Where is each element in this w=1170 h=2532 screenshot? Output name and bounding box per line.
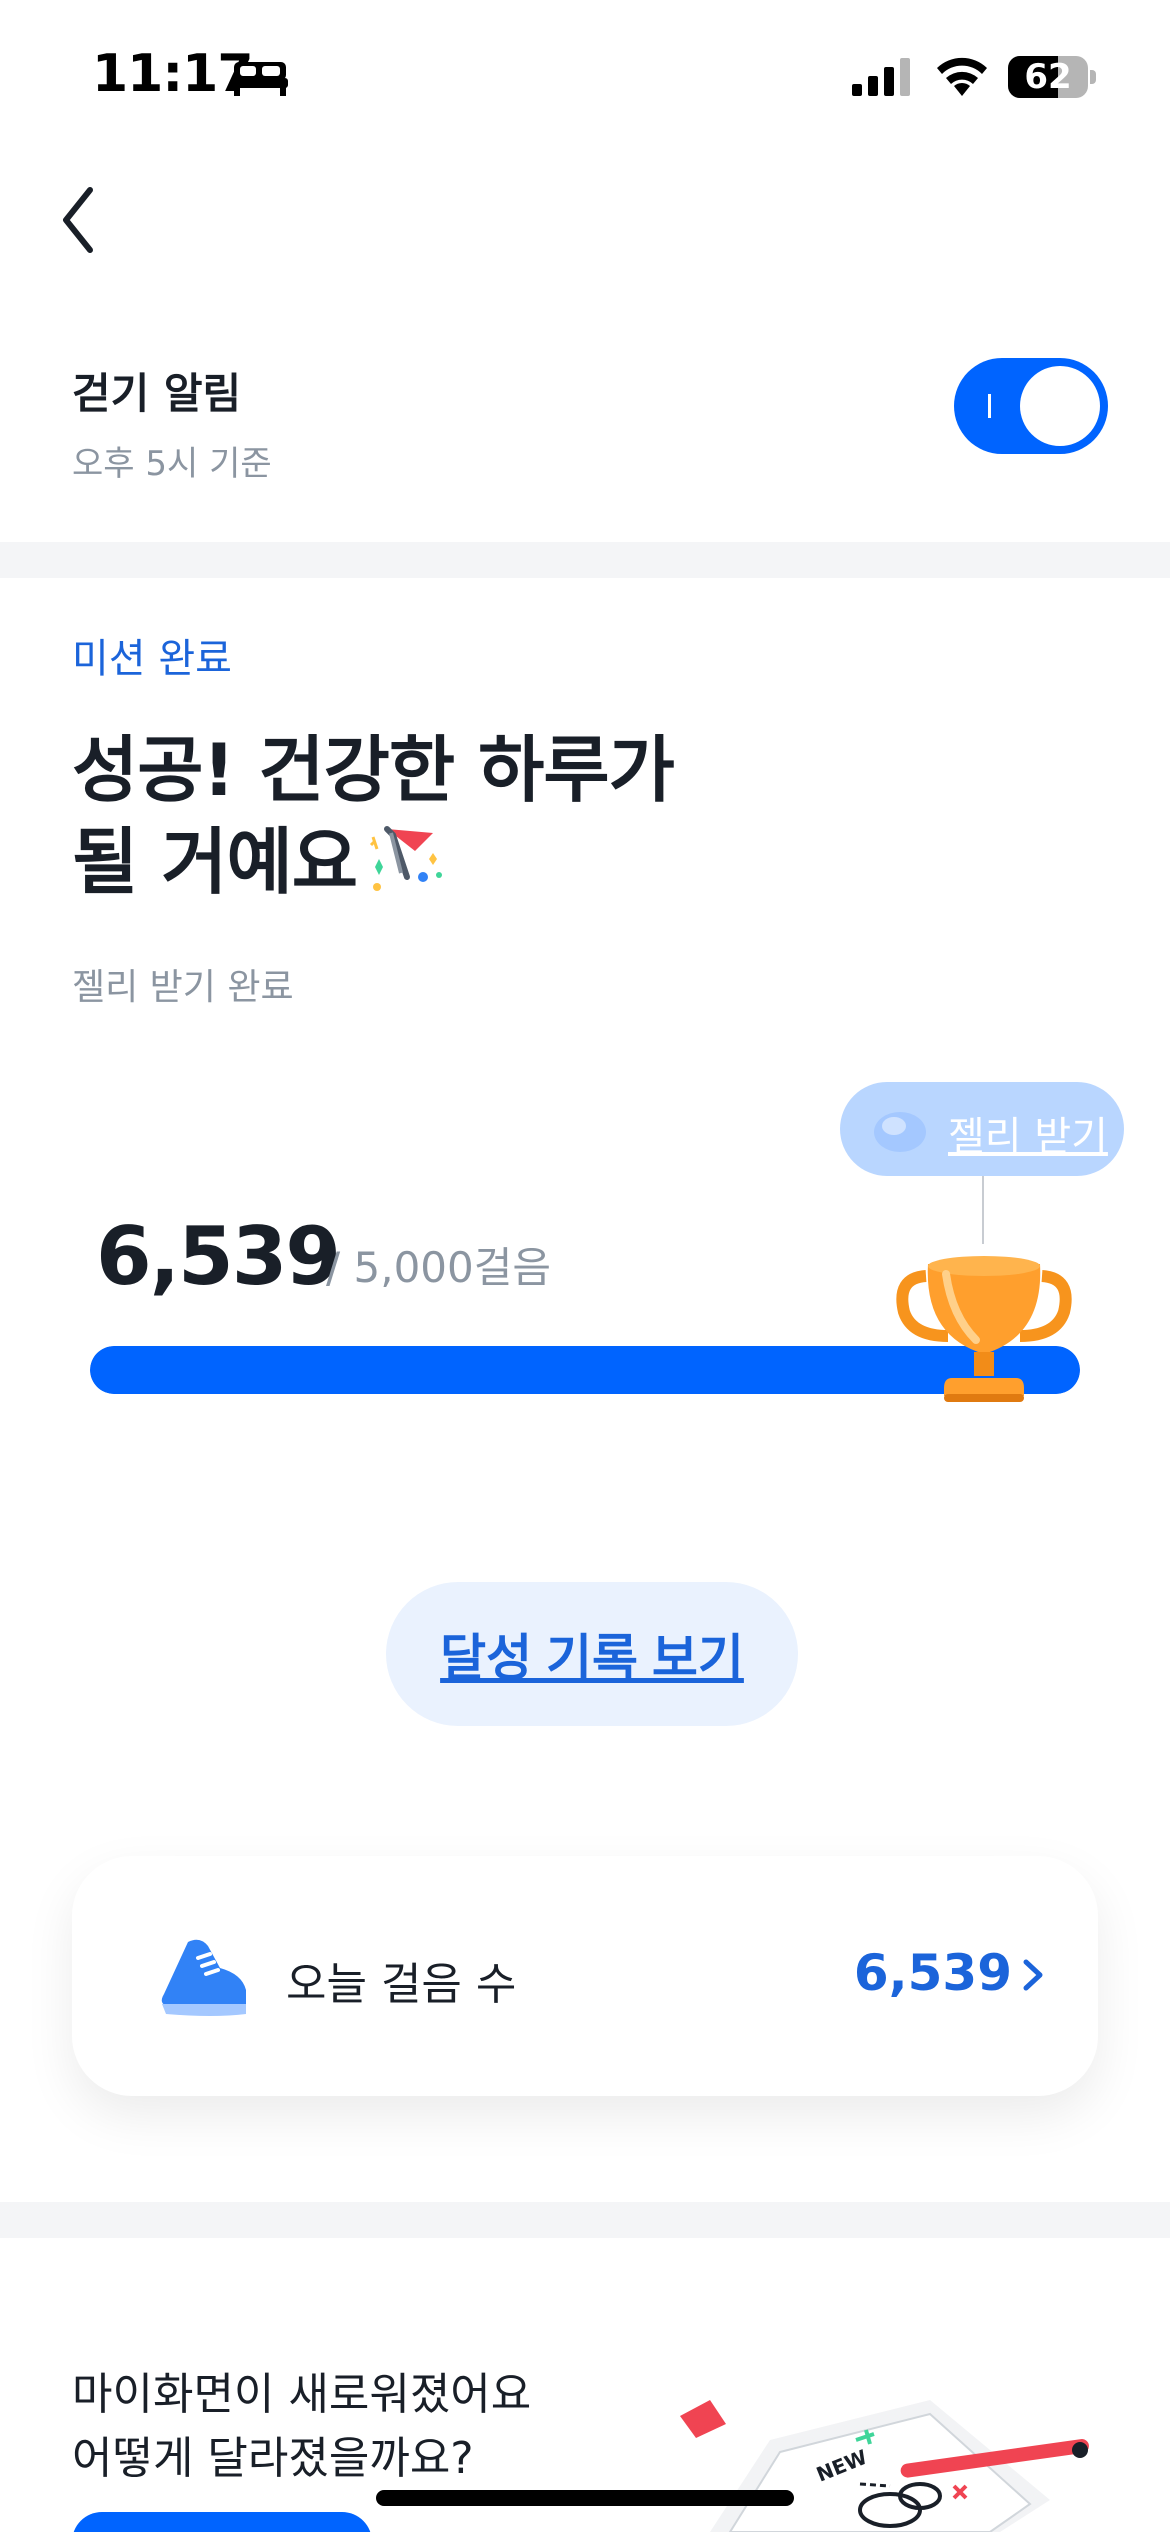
today-steps-label: 오늘 걸음 수 [286,1959,517,2010]
trophy-icon [896,1256,1072,1402]
jelly-chip-button[interactable]: 젤리 받기 [840,1082,1124,1176]
section-divider-2 [0,2202,1170,2238]
alarm-title: 걷기 알림 [72,369,242,418]
battery-percent: 62 [1024,57,1072,97]
status-time: 11:17 [92,44,254,104]
headline-line-1: 성공! 건강한 하루가 [72,728,675,812]
today-steps-value: 6,539 [853,1944,1012,2002]
signal-icon [852,58,910,96]
banner-cta-button[interactable] [72,2512,372,2532]
shoe-icon [161,1939,246,2016]
steps-goal: / 5,000걸음 [326,1243,552,1292]
wifi-icon [937,57,987,96]
status-bar: 11:17 62 [0,0,1170,150]
alarm-subtitle: 오후 5시 기준 [72,444,272,484]
battery-cap [1090,70,1096,84]
mission-status-label: 미션 완료 [72,636,232,682]
banner-title-line-1: 마이화면이 새로워졌어요 [72,2369,532,2420]
view-records-button[interactable]: 달성 기록 보기 [386,1582,798,1726]
home-indicator[interactable] [376,2490,794,2506]
banner-title-line-2: 어떻게 달라졌을까요? [72,2433,474,2484]
jelly-icon [874,1112,926,1152]
back-arrow-icon[interactable] [56,180,120,260]
today-steps-card[interactable]: 오늘 걸음 수 6,539 [72,1856,1098,2096]
alarm-toggle[interactable] [954,358,1108,454]
headline-line-2: 될 거예요 [72,815,674,907]
current-steps: 6,539 [96,1210,341,1303]
mission-headline: 성공! 건강한 하루가 될 거예요 [72,725,675,907]
jelly-chip-label: 젤리 받기 [948,1114,1108,1160]
view-records-label: 달성 기록 보기 [440,1630,744,1686]
toggle-knob [1020,366,1100,446]
headline-line-2-text: 될 거예요 [72,820,358,904]
battery-indicator: 62 [1008,56,1088,98]
party-popper-icon [369,826,443,891]
bed-icon [232,62,288,96]
toggle-on-mark [988,394,991,418]
banner-illustration: NEW [680,2400,1089,2532]
mission-subtitle: 젤리 받기 완료 [72,967,294,1008]
chip-connector-line [982,1176,984,1244]
chevron-right-icon [1023,1959,1043,1991]
section-divider [0,542,1170,578]
